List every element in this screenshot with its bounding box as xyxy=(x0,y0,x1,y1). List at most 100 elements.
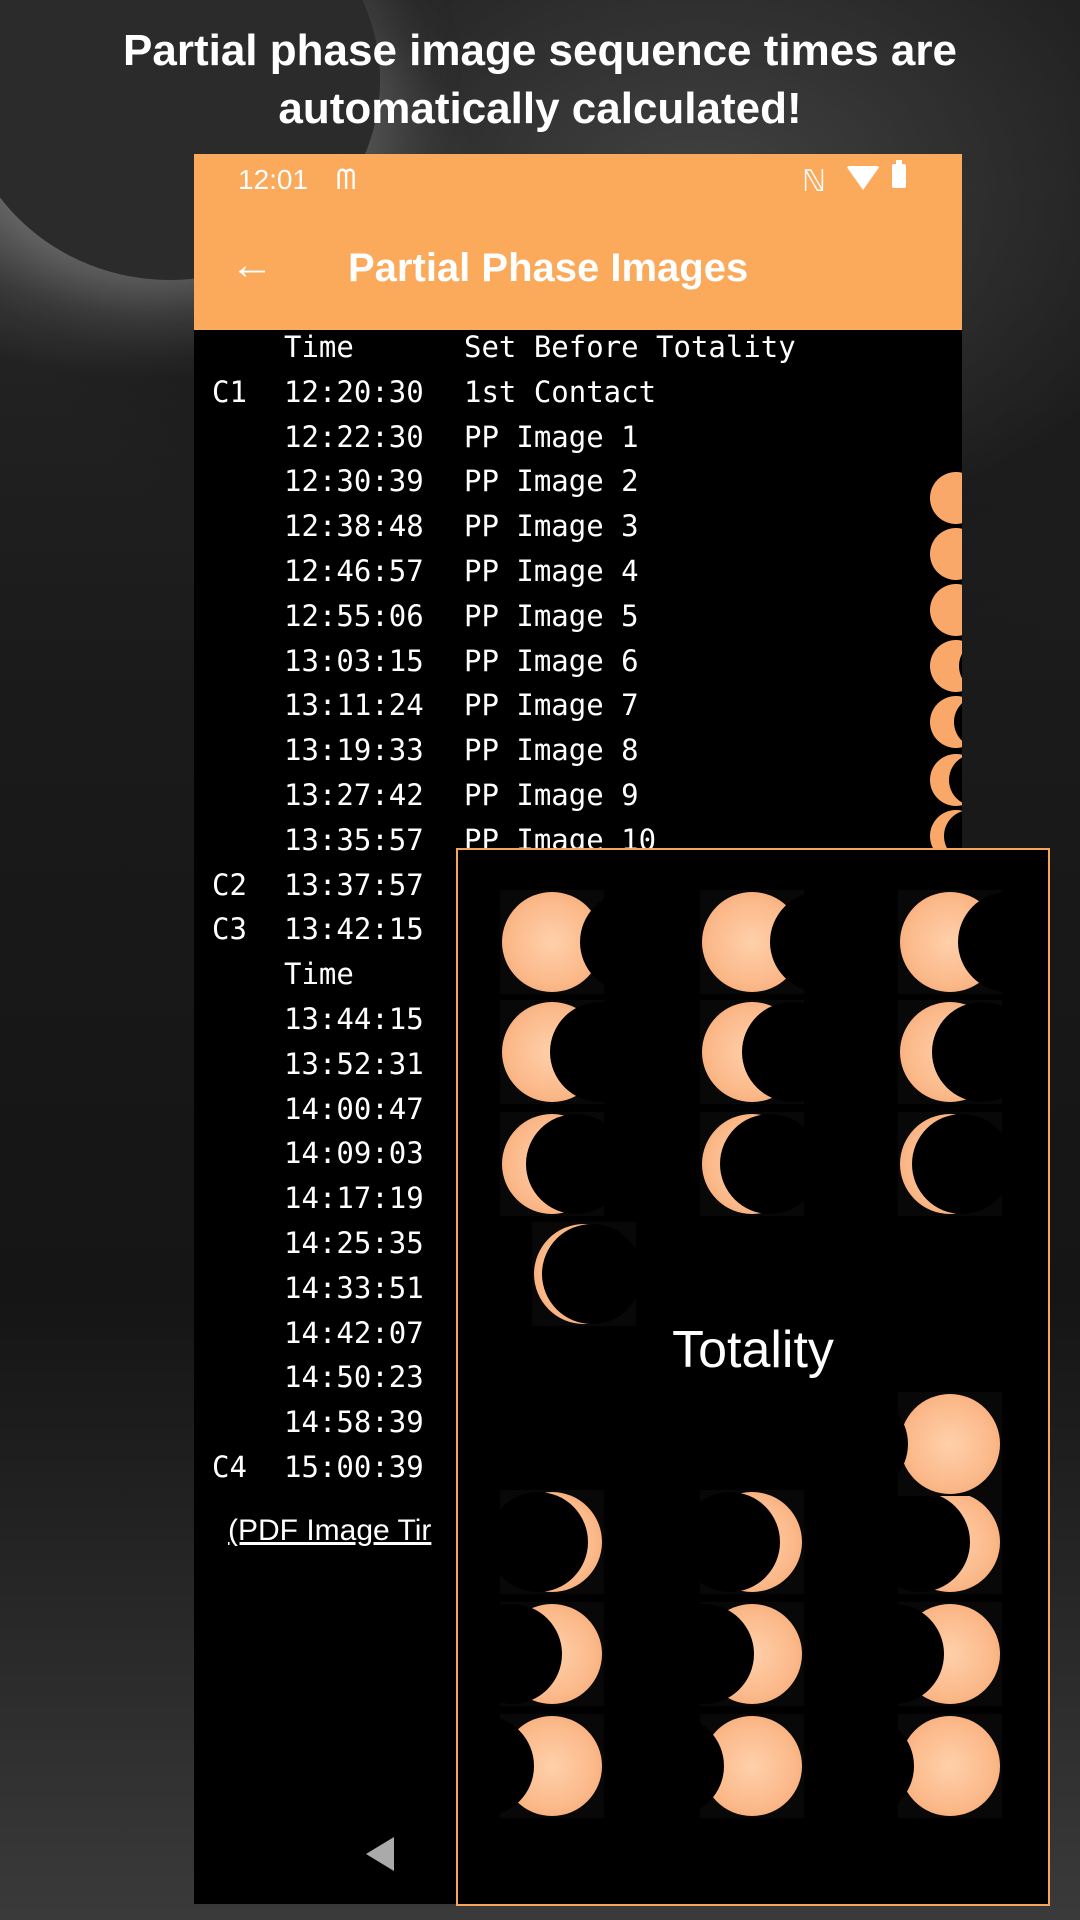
moon-shadow xyxy=(550,1002,650,1102)
table-row: 12:38:48 PP Image 3 xyxy=(194,509,962,553)
table-row: 12:22:30 PP Image 1 xyxy=(194,420,962,464)
eclipse-phase-image xyxy=(870,1490,1002,1594)
eclipse-phase-image xyxy=(898,1000,1032,1104)
event-label: PP Image 7 xyxy=(464,688,639,723)
time-value: 14:09:03 xyxy=(284,1136,424,1171)
header-time-label: Time xyxy=(284,330,354,364)
moon-shadow xyxy=(959,640,962,692)
moon-shadow xyxy=(680,1492,780,1592)
sun-disc xyxy=(900,1716,1000,1816)
table-row: 12:55:06 PP Image 5 xyxy=(194,599,962,643)
eclipse-phase-image xyxy=(488,1490,604,1594)
event-label: PP Image 6 xyxy=(464,643,639,678)
moon-shadow xyxy=(488,1492,588,1592)
eclipse-phase-image xyxy=(458,1714,604,1818)
time-value: 12:22:30 xyxy=(284,419,424,454)
time-value: 13:37:57 xyxy=(284,867,424,902)
app-bar: ← Partial Phase Images xyxy=(194,210,962,330)
eclipse-phase-image xyxy=(624,1714,804,1818)
event-label: PP Image 3 xyxy=(464,509,639,544)
battery-icon xyxy=(892,160,906,188)
pdf-image-times-link[interactable]: (PDF Image Tir xyxy=(228,1514,431,1548)
sun-disc xyxy=(900,1394,1000,1494)
event-label: PP Image 5 xyxy=(464,598,639,633)
contact-label: C2 xyxy=(212,867,247,902)
moon-shadow xyxy=(526,1114,626,1214)
time-value: 14:00:47 xyxy=(284,1091,424,1126)
eclipse-phase-image xyxy=(462,1602,604,1706)
time-value: 13:35:57 xyxy=(284,822,424,857)
headline-line-1: Partial phase image sequence times are xyxy=(123,26,957,75)
eclipse-phase-image xyxy=(898,890,1048,994)
moon-shadow xyxy=(770,892,870,992)
eclipse-phase-image xyxy=(814,1714,1002,1818)
eclipse-phase-image xyxy=(808,1392,1002,1496)
eclipse-phase-image xyxy=(700,1112,820,1216)
eclipse-phase-image xyxy=(654,1602,804,1706)
moon-shadow xyxy=(624,1716,724,1816)
time-value: 13:11:24 xyxy=(284,688,424,723)
time-value: 14:25:35 xyxy=(284,1226,424,1260)
eclipse-phase-image xyxy=(700,890,870,994)
contact-label: C3 xyxy=(212,912,247,947)
eclipse-phase-image xyxy=(844,1602,1002,1706)
eclipse-phase-image xyxy=(500,1000,650,1104)
moon-shadow xyxy=(870,1492,970,1592)
event-label: PP Image 2 xyxy=(464,464,639,499)
table-row: 13:19:33 PP Image 8 xyxy=(194,733,962,777)
time-value: 14:58:39 xyxy=(284,1405,424,1440)
time-value: 14:42:07 xyxy=(284,1315,424,1350)
event-label: PP Image 4 xyxy=(464,554,639,588)
event-label: PP Image 8 xyxy=(464,733,639,768)
moon-shadow xyxy=(912,1114,1012,1214)
time-value: 13:27:42 xyxy=(284,778,424,812)
table-row: 13:03:15 PP Image 6 xyxy=(194,644,962,688)
eclipse-phase-image xyxy=(500,890,680,994)
time-value: 12:55:06 xyxy=(284,598,424,633)
moon-shadow xyxy=(932,1002,1032,1102)
arrow-left-icon[interactable]: ← xyxy=(230,240,274,290)
wifi-icon xyxy=(846,166,880,190)
headline-line-2: automatically calculated! xyxy=(278,84,802,133)
totality-label: Totality xyxy=(672,1321,834,1379)
status-bar: 12:01 ᗰ ℕ xyxy=(194,154,962,210)
header-set-label: Set Before Totality xyxy=(464,330,796,364)
event-label: 1st Contact xyxy=(464,374,657,409)
moon-shadow xyxy=(954,696,962,748)
time-value: 13:19:33 xyxy=(284,733,424,768)
contact-label: C4 xyxy=(212,1450,247,1484)
table-row: 13:27:42 PP Image 9 xyxy=(194,778,962,822)
event-label: PP Image 1 xyxy=(464,419,639,454)
time-value: 12:30:39 xyxy=(284,464,424,499)
moon-shadow xyxy=(844,1604,944,1704)
gmail-icon: ᗰ xyxy=(336,164,357,195)
table-row: C1 12:20:30 1st Contact xyxy=(194,375,962,419)
contact-label: C1 xyxy=(212,374,247,409)
moon-shadow xyxy=(580,892,680,992)
event-label: PP Image 9 xyxy=(464,778,639,812)
nfc-icon: ℕ xyxy=(802,165,827,198)
time-value: 13:52:31 xyxy=(284,1046,424,1081)
moon-shadow xyxy=(958,892,1048,992)
moon-shadow xyxy=(654,1604,754,1704)
time-value: 13:44:15 xyxy=(284,1002,424,1036)
moon-shadow xyxy=(542,1224,642,1324)
headline: Partial phase image sequence times are a… xyxy=(0,22,1080,138)
nav-back-icon[interactable] xyxy=(366,1837,394,1871)
time-value: 12:46:57 xyxy=(284,554,424,588)
time-value: 12:20:30 xyxy=(284,374,424,409)
page-title: Partial Phase Images xyxy=(348,246,749,290)
time-value: 15:00:39 xyxy=(284,1450,424,1484)
table-row: 13:11:24 PP Image 7 xyxy=(194,688,962,732)
moon-shadow xyxy=(808,1394,908,1494)
time-value: 13:42:15 xyxy=(284,912,424,947)
eclipse-phase-image xyxy=(500,1112,626,1216)
time-value: 14:50:23 xyxy=(284,1360,424,1395)
eclipse-phase-image xyxy=(700,1000,842,1104)
time-value: 12:38:48 xyxy=(284,509,424,544)
status-time: 12:01 xyxy=(238,164,309,195)
table-row: 12:46:57 PP Image 4 xyxy=(194,554,962,598)
moon-shadow xyxy=(814,1716,914,1816)
time-value: 13:03:15 xyxy=(284,643,424,678)
time-value: 14:17:19 xyxy=(284,1181,424,1216)
